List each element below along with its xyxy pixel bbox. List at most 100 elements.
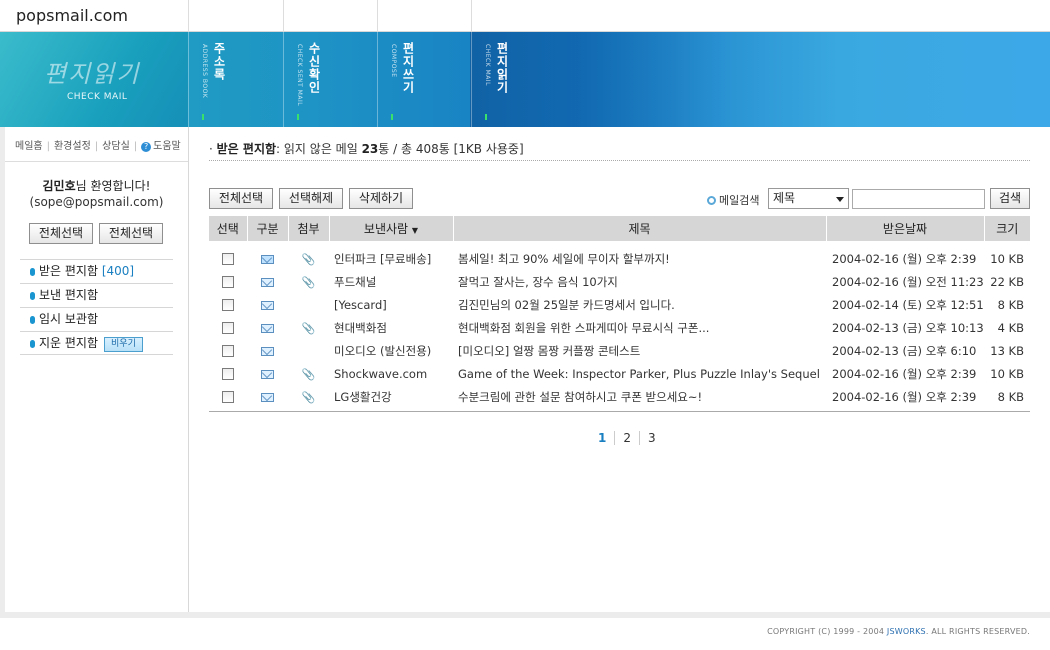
- link-mail-home[interactable]: 메일홈: [15, 141, 43, 152]
- table-row[interactable]: 미오디오 (발신전용) [미오디오] 얼짱 몸짱 커플짱 콘테스트 2004-02-…: [209, 339, 1030, 362]
- link-settings[interactable]: 환경설정: [54, 141, 91, 152]
- row-subject[interactable]: 현대백화점 회원을 위한 스파게띠아 무료시식 구폰...: [453, 316, 826, 339]
- left-select-all-button-2[interactable]: 전체선택: [99, 223, 163, 244]
- page-1[interactable]: 1: [590, 431, 614, 445]
- summary-pre: : 읽지 않은 메일: [276, 142, 362, 156]
- row-size: 8 KB: [997, 389, 1024, 404]
- row-attach: 📎: [288, 385, 329, 408]
- bullet-icon: [30, 340, 35, 348]
- footer-band: [0, 612, 1050, 618]
- nav-sub: CHECK MAIL: [484, 44, 491, 86]
- help-icon: ?: [141, 142, 152, 152]
- checkbox[interactable]: [222, 276, 234, 288]
- row-date: 2004-02-16 (월) 오후 2:39: [832, 389, 977, 404]
- dotted-divider: [209, 160, 1030, 161]
- logo-subtitle: CHECK MAIL: [67, 92, 128, 102]
- page-2[interactable]: 2: [614, 431, 639, 445]
- site-name[interactable]: popsmail.com: [16, 6, 128, 25]
- col-attach: 첨부: [287, 216, 329, 241]
- row-select: [209, 385, 247, 408]
- col-date: 받은날짜: [825, 216, 984, 241]
- checkbox[interactable]: [222, 391, 234, 403]
- row-from[interactable]: [Yescard]: [329, 293, 453, 316]
- brand-link[interactable]: JSWORKS: [887, 627, 926, 636]
- sort-down-icon: ▼: [411, 226, 419, 235]
- folder-inbox[interactable]: 받은 편지함 [400]: [20, 259, 173, 283]
- row-subject[interactable]: [미오디오] 얼짱 몸짱 커플짱 콘테스트: [453, 339, 826, 362]
- row-date: 2004-02-13 (금) 오후 6:10: [832, 343, 977, 358]
- row-date: 2004-02-16 (월) 오전 11:23: [832, 274, 984, 289]
- table-row[interactable]: 📎 Shockwave.com Game of the Week: Inspecto…: [209, 362, 1030, 385]
- table-row[interactable]: 📎 인터파크 [무료배송] 봄세일! 최고 90% 세일에 무이자 할부까지! 200…: [209, 247, 1030, 270]
- folder-trash[interactable]: 지운 편지함 비우기: [20, 331, 173, 355]
- folder-sent[interactable]: 보낸 편지함: [20, 283, 173, 307]
- row-from[interactable]: LG생활건강: [329, 385, 453, 408]
- row-subject[interactable]: 잘먹고 잘사는, 장수 음식 10가지: [453, 270, 826, 293]
- folder-label: 지운 편지함: [39, 336, 99, 350]
- row-from[interactable]: 인터파크 [무료배송]: [329, 247, 453, 270]
- row-from[interactable]: Shockwave.com: [329, 362, 453, 385]
- nav-check-sent[interactable]: CHECK SENT MAIL 수신확인: [283, 32, 377, 127]
- row-subject[interactable]: 봄세일! 최고 90% 세일에 무이자 할부까지!: [453, 247, 826, 270]
- divider: [188, 0, 189, 32]
- nav-mark: [391, 114, 393, 120]
- row-subject[interactable]: 김진민님의 02월 25일분 카드명세서 입니다.: [453, 293, 826, 316]
- row-date: 2004-02-14 (토) 오후 12:51: [832, 297, 984, 312]
- empty-trash-button[interactable]: 비우기: [104, 337, 143, 352]
- row-size: 13 KB: [990, 343, 1024, 358]
- left-select-all-button[interactable]: 전체선택: [29, 223, 93, 244]
- folder-drafts[interactable]: 임시 보관함: [20, 307, 173, 331]
- folder-count: [400]: [101, 264, 135, 278]
- checkbox[interactable]: [222, 253, 234, 265]
- select-all-button[interactable]: 전체선택: [209, 188, 273, 209]
- bullet-icon: [30, 268, 35, 276]
- mail-table: 선택 구분 첨부 보낸사람 ▼ 제목 받은날짜 크기 📎 인터파크 [무료배송] 봄…: [209, 216, 1030, 408]
- search-field-select[interactable]: 제목: [768, 188, 849, 209]
- link-support[interactable]: 상담실: [102, 141, 130, 152]
- row-from[interactable]: 푸드채널: [329, 270, 453, 293]
- nav-address-book[interactable]: ADDRESS BOOK 주소록: [188, 32, 282, 127]
- divider: [471, 0, 472, 32]
- table-row[interactable]: 📎 푸드채널 잘먹고 잘사는, 장수 음식 10가지 2004-02-16 (월) 오…: [209, 270, 1030, 293]
- welcome-text: 김민호님 환영합니다!: [5, 177, 188, 194]
- row-attach: [288, 293, 329, 316]
- unread-count: 23: [361, 142, 379, 156]
- read-mail-icon: [261, 369, 274, 379]
- paperclip-icon: 📎: [301, 275, 316, 289]
- checkbox[interactable]: [222, 299, 234, 311]
- delete-button[interactable]: 삭제하기: [349, 188, 413, 209]
- nav-compose[interactable]: COMPOSE 편지쓰기: [377, 32, 471, 127]
- folder-label: 보낸 편지함: [39, 288, 99, 302]
- paperclip-icon: 📎: [301, 367, 316, 381]
- table-row[interactable]: 📎 현대백화점 현대백화점 회원을 위한 스파게띠아 무료시식 구폰... 2004-…: [209, 316, 1030, 339]
- table-row[interactable]: [Yescard] 김진민님의 02월 25일분 카드명세서 입니다. 2004-0…: [209, 293, 1030, 316]
- row-from[interactable]: 미오디오 (발신전용): [329, 339, 453, 362]
- checkbox[interactable]: [222, 368, 234, 380]
- nav-check-mail[interactable]: CHECK MAIL 편지읽기: [471, 32, 565, 127]
- checkbox[interactable]: [222, 345, 234, 357]
- row-type: [247, 339, 288, 362]
- col-from[interactable]: 보낸사람 ▼: [328, 216, 453, 241]
- read-mail-icon: [261, 277, 274, 287]
- page-3[interactable]: 3: [639, 431, 664, 445]
- search-input[interactable]: [852, 189, 985, 209]
- row-type: [247, 293, 288, 316]
- row-select: [209, 316, 247, 339]
- checkbox[interactable]: [222, 322, 234, 334]
- row-size: 10 KB: [990, 251, 1024, 266]
- table-header: 선택 구분 첨부 보낸사람 ▼ 제목 받은날짜 크기: [209, 216, 1030, 241]
- col-select: 선택: [209, 216, 247, 241]
- row-from[interactable]: 현대백화점: [329, 316, 453, 339]
- nav-label: 편지쓰기: [401, 42, 415, 94]
- row-attach: 📎: [288, 270, 329, 293]
- row-subject[interactable]: Game of the Week: Inspector Parker, Plus…: [453, 362, 826, 385]
- read-mail-icon: [261, 346, 274, 356]
- search-button[interactable]: 검색: [990, 188, 1030, 209]
- row-size: 8 KB: [997, 297, 1024, 312]
- table-row[interactable]: 📎 LG생활건강 수분크림에 관한 설문 참여하시고 쿠폰 받으세요~! 2004-0…: [209, 385, 1030, 408]
- link-help[interactable]: ? 도움말: [141, 141, 181, 152]
- row-subject[interactable]: 수분크림에 관한 설문 참여하시고 쿠폰 받으세요~!: [453, 385, 826, 408]
- radio-icon: [707, 196, 716, 205]
- deselect-button[interactable]: 선택해제: [279, 188, 343, 209]
- row-attach: 📎: [288, 362, 329, 385]
